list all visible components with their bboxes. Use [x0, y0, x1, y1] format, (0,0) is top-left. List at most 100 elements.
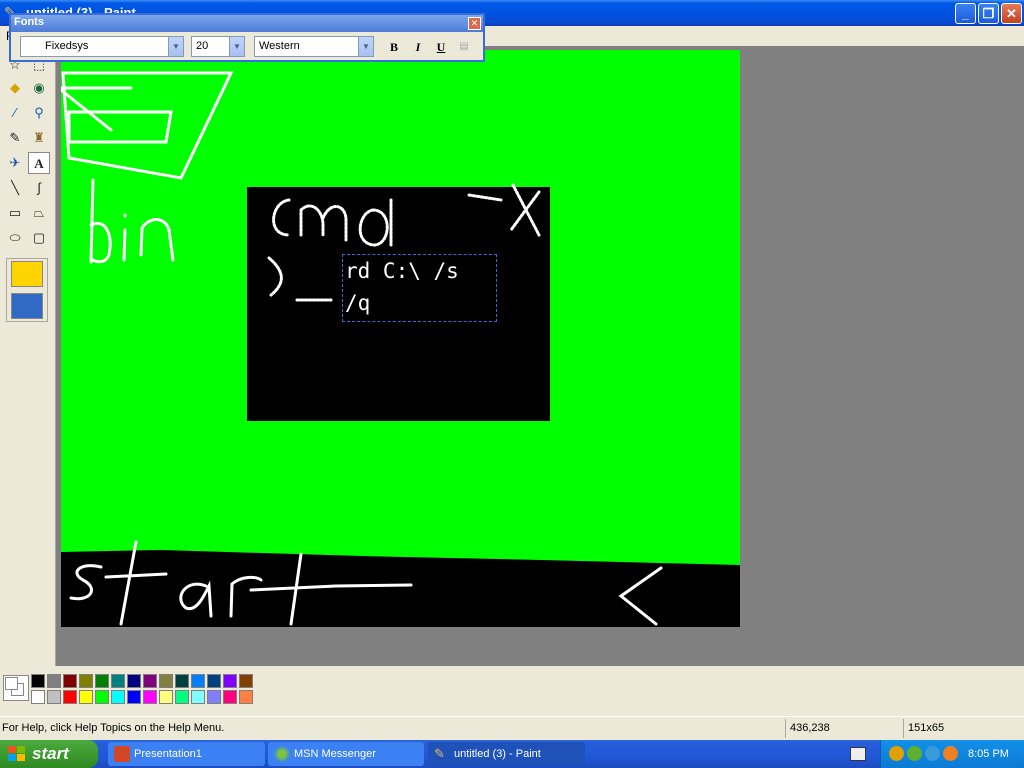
selection-size: 151x65: [903, 719, 1024, 738]
underline-button[interactable]: U: [432, 38, 450, 56]
close-button[interactable]: ✕: [1001, 3, 1022, 24]
fonts-toolbar-titlebar[interactable]: Fonts ✕: [11, 15, 483, 32]
palette-swatch[interactable]: [127, 674, 141, 688]
maximize-button[interactable]: ❐: [978, 3, 999, 24]
keyboard-icon[interactable]: [850, 747, 866, 761]
fill-tool[interactable]: ◉: [28, 77, 50, 99]
rectangle-tool[interactable]: ▭: [4, 202, 26, 224]
palette-swatch[interactable]: [31, 674, 45, 688]
opaque-background-option[interactable]: [11, 261, 43, 287]
font-script-select[interactable]: Western ▼: [254, 36, 374, 57]
palette-swatch[interactable]: [47, 674, 61, 688]
chevron-down-icon[interactable]: ▼: [358, 37, 373, 56]
fonts-toolbar-title: Fonts: [14, 16, 44, 28]
polygon-tool[interactable]: ⏢: [28, 202, 50, 224]
palette-swatch[interactable]: [63, 690, 77, 704]
text-entry-box[interactable]: rd C:\ /s /q: [342, 254, 497, 322]
taskbar-item-paint[interactable]: ✎ untitled (3) - Paint: [428, 742, 585, 766]
palette-swatch[interactable]: [79, 690, 93, 704]
font-name-select[interactable]: Fixedsys ▼: [20, 36, 184, 57]
text-line-2: /q: [345, 291, 371, 315]
palette-swatch[interactable]: [223, 690, 237, 704]
palette-swatch[interactable]: [79, 674, 93, 688]
rounded-rectangle-tool[interactable]: ▢: [28, 227, 50, 249]
palette-swatch[interactable]: [31, 690, 45, 704]
rounded-rectangle-icon: ▢: [32, 230, 46, 245]
toolbox: ☆ ⬚ ◆ ◉ ⁄ ⚲ ✎ ♜ ✈ A ╲ ∫ ▭ ⏢ ⬭ ▢: [0, 46, 56, 666]
palette-swatch[interactable]: [239, 690, 253, 704]
network-icon[interactable]: [925, 746, 940, 761]
palette-swatch[interactable]: [191, 674, 205, 688]
brush-icon: ♜: [33, 130, 45, 145]
clock: 8:05 PM: [968, 748, 1009, 760]
pick-color-tool[interactable]: ⁄: [4, 102, 26, 124]
palette-swatch[interactable]: [191, 690, 205, 704]
fonts-toolbar: Fonts ✕ Fixedsys ▼ 20 ▼ Western ▼ B I U …: [9, 13, 485, 62]
search-icon[interactable]: [943, 746, 958, 761]
text-tool[interactable]: A: [28, 152, 50, 174]
palette-swatch[interactable]: [95, 674, 109, 688]
rectangle-icon: ▭: [8, 205, 22, 220]
palette-swatch[interactable]: [63, 674, 77, 688]
palette-swatch[interactable]: [207, 674, 221, 688]
line-tool[interactable]: ╲: [4, 177, 26, 199]
minimize-button[interactable]: _: [955, 3, 976, 24]
brush-tool[interactable]: ♜: [28, 127, 50, 149]
restore-icon: ❐: [982, 6, 995, 21]
status-help-text: For Help, click Help Topics on the Help …: [2, 722, 225, 734]
chevron-down-icon[interactable]: ▼: [229, 37, 244, 56]
powerpoint-icon: [114, 746, 130, 762]
tray-app-icon[interactable]: [889, 746, 904, 761]
palette-swatch[interactable]: [207, 690, 221, 704]
eraser-tool[interactable]: ◆: [4, 77, 26, 99]
palette-swatch[interactable]: [223, 674, 237, 688]
start-label: start: [32, 744, 69, 763]
pencil-icon: ✎: [9, 130, 21, 145]
taskbar-item-msn[interactable]: MSN Messenger: [268, 742, 424, 766]
palette-swatch[interactable]: [111, 690, 125, 704]
msn-icon: [274, 746, 290, 762]
task-label: untitled (3) - Paint: [454, 748, 541, 760]
palette-swatch[interactable]: [239, 674, 253, 688]
tool-options: [6, 258, 48, 322]
taskbar-item-presentation[interactable]: Presentation1: [108, 742, 265, 766]
black-taskbar-shape: [61, 550, 740, 627]
palette-swatch[interactable]: [175, 690, 189, 704]
ellipse-tool[interactable]: ⬭: [4, 227, 26, 249]
canvas-drawing: [61, 71, 740, 627]
palette-swatch[interactable]: [47, 690, 61, 704]
italic-button[interactable]: I: [409, 38, 427, 56]
bin-word: [89, 178, 175, 264]
drawing-canvas[interactable]: rd C:\ /s /q: [61, 50, 740, 627]
airbrush-tool[interactable]: ✈: [4, 152, 26, 174]
font-size-value: 20: [196, 40, 209, 52]
msn-tray-icon[interactable]: [907, 746, 922, 761]
chevron-down-icon[interactable]: ▼: [168, 37, 183, 56]
fill-bucket-icon: ◉: [33, 80, 45, 95]
foreground-color-swatch: [5, 677, 18, 690]
palette-swatch[interactable]: [175, 674, 189, 688]
palette-swatch[interactable]: [127, 690, 141, 704]
cursor-coordinates: 436,238: [785, 719, 903, 738]
text-a-icon: A: [34, 156, 44, 171]
vertical-text-button[interactable]: ▤: [455, 38, 473, 56]
font-size-select[interactable]: 20 ▼: [191, 36, 245, 57]
text-line-1: rd C:\ /s: [345, 259, 459, 283]
curve-tool[interactable]: ∫: [28, 177, 50, 199]
bold-button[interactable]: B: [385, 38, 403, 56]
line-icon: ╲: [11, 180, 19, 195]
palette-swatch[interactable]: [111, 674, 125, 688]
palette-swatch[interactable]: [159, 674, 173, 688]
palette-swatch[interactable]: [143, 674, 157, 688]
task-label: Presentation1: [134, 748, 202, 760]
palette-swatch[interactable]: [143, 690, 157, 704]
taskbar: start Presentation1 MSN Messenger ✎ unti…: [0, 740, 1024, 768]
fonts-close-button[interactable]: ✕: [468, 17, 481, 30]
font-script-value: Western: [259, 40, 300, 52]
palette-swatch[interactable]: [95, 690, 109, 704]
pencil-tool[interactable]: ✎: [4, 127, 26, 149]
transparent-background-option[interactable]: [11, 293, 43, 319]
palette-swatch[interactable]: [159, 690, 173, 704]
magnifier-tool[interactable]: ⚲: [28, 102, 50, 124]
start-button[interactable]: start: [0, 740, 98, 768]
